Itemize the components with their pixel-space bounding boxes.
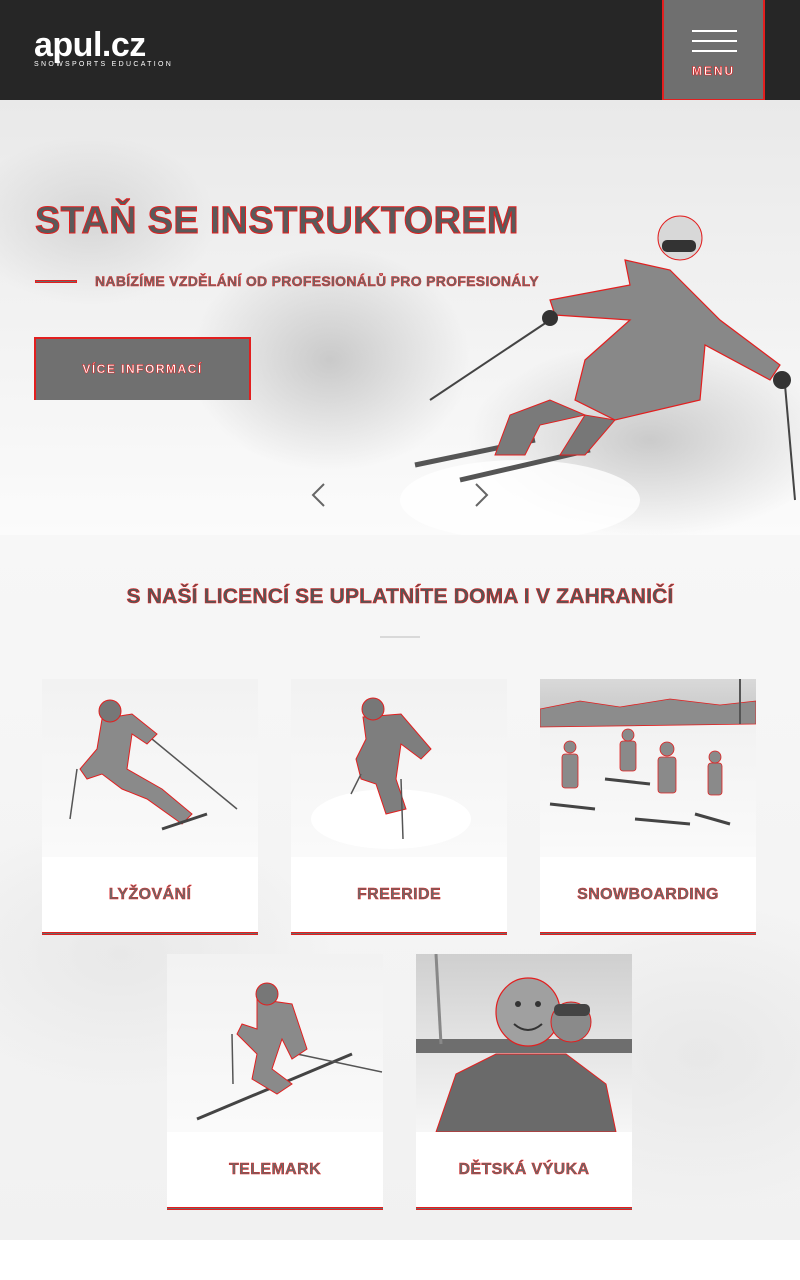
logo-text: apul.cz (34, 26, 146, 64)
hero-title: STAŇ SE INSTRUKTOREM (35, 200, 520, 243)
footer-strip (0, 1240, 800, 1280)
card-underline (42, 932, 258, 935)
hamburger-icon (692, 30, 737, 52)
card-underline (291, 932, 507, 935)
card-skiing[interactable]: LYŽOVÁNÍ (42, 679, 258, 935)
card-underline (167, 1207, 383, 1210)
skiing-photo (42, 679, 258, 857)
chevron-right-icon[interactable] (474, 482, 490, 508)
hero-slider: STAŇ SE INSTRUKTOREM NABÍZÍME VZDĚLÁNÍ O… (0, 100, 800, 535)
card-freeride[interactable]: FREERIDE (291, 679, 507, 935)
more-info-button[interactable]: VÍCE INFORMACÍ (34, 337, 251, 400)
freeride-photo (291, 679, 507, 857)
card-underline (416, 1207, 632, 1210)
snowboarding-photo (540, 679, 756, 857)
logo-tagline: SNOWSPORTS EDUCATION (34, 61, 174, 68)
section-divider (380, 636, 420, 638)
telemark-photo (167, 954, 383, 1132)
card-label: SNOWBOARDING (577, 886, 719, 904)
card-label: LYŽOVÁNÍ (108, 886, 192, 904)
site-header: apul.cz SNOWSPORTS EDUCATION MENU (0, 0, 800, 101)
menu-label: MENU (691, 64, 736, 79)
card-snowboarding[interactable]: SNOWBOARDING (540, 679, 756, 935)
licence-section: S NAŠÍ LICENCÍ SE UPLATNÍTE DOMA I V ZAH… (0, 535, 800, 1240)
card-label: TELEMARK (228, 1161, 322, 1179)
skier-hero-image (400, 215, 796, 535)
card-label: FREERIDE (356, 886, 442, 904)
chevron-left-icon[interactable] (310, 482, 326, 508)
card-label: DĚTSKÁ VÝUKA (458, 1161, 590, 1179)
section-title: S NAŠÍ LICENCÍ SE UPLATNÍTE DOMA I V ZAH… (126, 585, 674, 609)
card-kids-teaching[interactable]: DĚTSKÁ VÝUKA (416, 954, 632, 1210)
hero-subtitle: NABÍZÍME VZDĚLÁNÍ OD PROFESIONÁLŮ PRO PR… (95, 273, 539, 289)
card-telemark[interactable]: TELEMARK (167, 954, 383, 1210)
menu-button[interactable]: MENU (662, 0, 765, 101)
card-underline (540, 932, 756, 935)
hero-accent-line (35, 280, 77, 283)
kids-teaching-photo (416, 954, 632, 1132)
logo[interactable]: apul.cz SNOWSPORTS EDUCATION (34, 26, 174, 68)
